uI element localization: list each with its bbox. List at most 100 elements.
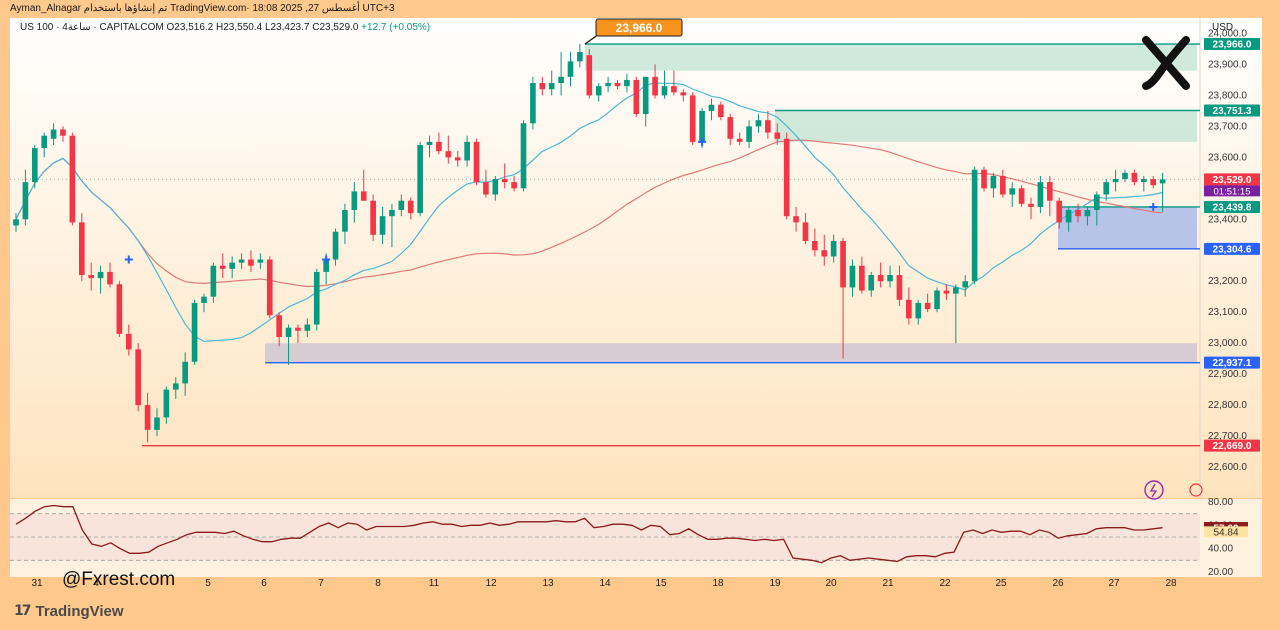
rsi-tick-label: 80.00: [1208, 497, 1233, 508]
candle-body: [981, 169, 987, 189]
ohlc-close: C23,529.0: [312, 22, 359, 33]
x-tick-label: 6: [261, 578, 267, 589]
candle-body: [248, 259, 254, 266]
candle-body: [1150, 179, 1157, 186]
x-tick-label: 14: [599, 578, 611, 589]
candle-body: [727, 117, 734, 139]
candle-body: [417, 144, 423, 214]
candle-body: [586, 55, 593, 96]
x-tick-label: 19: [769, 578, 781, 589]
candle-body: [1103, 182, 1110, 195]
y-tick-label: 22,900.0: [1208, 369, 1247, 380]
candle-body: [182, 361, 188, 384]
candle-body: [370, 200, 376, 235]
chart-frame: Ayman_Alnagar تم إنشاؤها باستخدام Tradin…: [0, 0, 1280, 630]
candle-body: [783, 138, 790, 217]
candle-body: [276, 315, 282, 337]
candle-body: [689, 95, 696, 142]
candle-body: [887, 275, 893, 282]
ohlc-high: H23,550.4: [216, 22, 263, 33]
candle-body: [1140, 179, 1147, 183]
price-chart[interactable]: 22,600.022,700.022,800.022,900.023,000.0…: [0, 0, 1280, 630]
ohlc-open: O23,516.2: [166, 22, 214, 33]
symbol-info: US 100 · 4ساعة · CAPITALCOM O23,516.2 H2…: [20, 22, 430, 33]
symbol-name: US 100 · 4ساعة · CAPITALCOM: [20, 22, 164, 33]
candle-body: [915, 302, 922, 319]
rsi-tick-label: 40.00: [1208, 544, 1233, 555]
candle-body: [483, 182, 489, 195]
candle-body: [473, 141, 480, 183]
candle-body: [943, 290, 950, 294]
candle-body: [398, 200, 405, 210]
ohlc-low: L23,423.7: [264, 22, 310, 33]
candle-body: [210, 265, 217, 297]
candle-body: [1065, 210, 1072, 223]
candle-body: [520, 123, 527, 189]
candle-body: [389, 210, 395, 217]
candle-body: [511, 182, 517, 189]
candle-body: [567, 61, 574, 77]
x-tick-label: 7: [318, 578, 324, 589]
candle-body: [116, 284, 123, 334]
candle-body: [1056, 200, 1063, 223]
candle-body: [426, 141, 433, 145]
candle-body: [746, 126, 752, 142]
tradingview-logo-icon: 17: [14, 603, 32, 619]
rsi-tick-label: 20.00: [1208, 567, 1233, 578]
x-tick-label: 15: [655, 578, 667, 589]
candle-body: [859, 265, 865, 291]
candle-body: [934, 290, 940, 310]
currency-label[interactable]: USD: [1212, 22, 1233, 33]
y-tick-label: 23,100.0: [1208, 307, 1247, 318]
candle-body: [31, 148, 38, 183]
y-tick-label: 23,700.0: [1208, 121, 1247, 132]
candle-body: [708, 104, 715, 111]
countdown-label: 01:51:15: [1214, 186, 1251, 197]
y-tick-label: 23,200.0: [1208, 276, 1247, 287]
candle-body: [445, 151, 452, 158]
callout-label: 23,966.0: [616, 21, 663, 35]
candle-body: [971, 169, 978, 282]
level-price-label: 23,751.3: [1213, 106, 1252, 117]
x-tick-label: 28: [1165, 578, 1177, 589]
candle-body: [849, 265, 856, 288]
candle-body: [360, 191, 367, 201]
zone-support: [265, 343, 1197, 363]
candle-body: [304, 324, 311, 331]
candle-body: [896, 275, 903, 300]
candle-body: [812, 240, 818, 251]
x-tick-label: 27: [1108, 578, 1120, 589]
candle-body: [69, 135, 76, 223]
candle-body: [990, 175, 997, 189]
y-tick-label: 22,600.0: [1208, 462, 1247, 473]
candle-body: [238, 259, 245, 263]
x-tick-label: 21: [882, 578, 894, 589]
candle-body: [633, 79, 640, 114]
candle-body: [821, 250, 828, 257]
candle-body: [454, 157, 461, 161]
candle-body: [201, 296, 207, 303]
x-tick-label: 20: [825, 578, 837, 589]
candle-body: [548, 83, 555, 90]
x-tick-label: 18: [712, 578, 724, 589]
candle-body: [680, 92, 687, 96]
candle-body: [953, 287, 959, 294]
candle-body: [88, 275, 95, 279]
candle-body: [736, 138, 743, 142]
x-tick-label: 31: [31, 578, 43, 589]
level-price-label: 22,937.1: [1213, 358, 1252, 369]
candle-body: [22, 182, 29, 220]
candle-body: [60, 129, 66, 136]
candle-body: [793, 216, 799, 223]
candle-body: [868, 275, 875, 291]
candle-body: [163, 389, 170, 418]
candle-body: [671, 86, 677, 93]
tradingview-name: TradingView: [35, 602, 124, 620]
candle-body: [1037, 182, 1044, 207]
candle-body: [407, 200, 414, 214]
candle-body: [492, 179, 499, 195]
candle-body: [436, 141, 442, 152]
candle-body: [379, 216, 386, 235]
candle-body: [50, 129, 57, 139]
y-tick-label: 22,800.0: [1208, 400, 1247, 411]
